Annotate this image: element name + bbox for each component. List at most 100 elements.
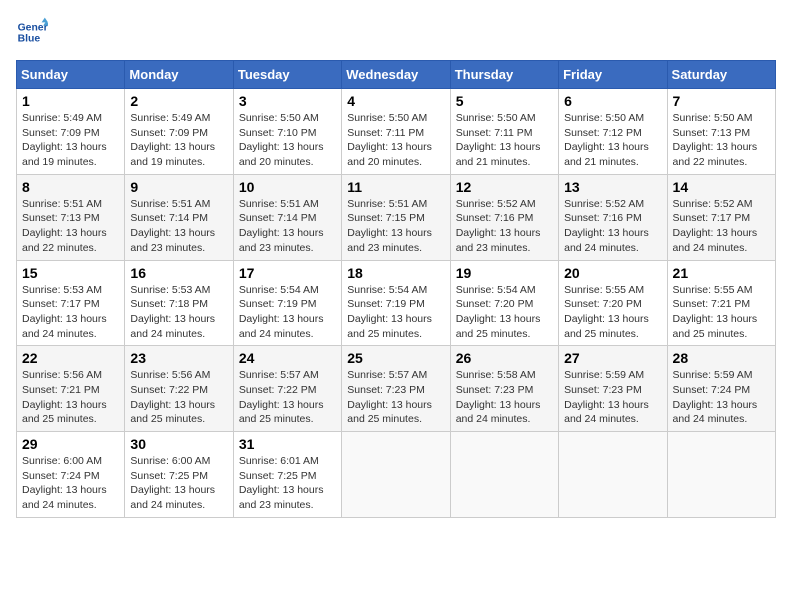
day-info: Sunrise: 5:49 AM Sunset: 7:09 PM Dayligh…: [130, 111, 227, 170]
day-number: 30: [130, 436, 227, 452]
week-row-3: 15 Sunrise: 5:53 AM Sunset: 7:17 PM Dayl…: [17, 260, 776, 346]
calendar-cell: 7 Sunrise: 5:50 AM Sunset: 7:13 PM Dayli…: [667, 89, 775, 175]
calendar-cell: 1 Sunrise: 5:49 AM Sunset: 7:09 PM Dayli…: [17, 89, 125, 175]
day-info: Sunrise: 5:54 AM Sunset: 7:19 PM Dayligh…: [239, 283, 336, 342]
day-number: 16: [130, 265, 227, 281]
day-info: Sunrise: 5:50 AM Sunset: 7:11 PM Dayligh…: [347, 111, 444, 170]
calendar-cell: 10 Sunrise: 5:51 AM Sunset: 7:14 PM Dayl…: [233, 174, 341, 260]
calendar-cell: [450, 432, 558, 518]
day-number: 27: [564, 350, 661, 366]
day-number: 17: [239, 265, 336, 281]
calendar-cell: 14 Sunrise: 5:52 AM Sunset: 7:17 PM Dayl…: [667, 174, 775, 260]
day-info: Sunrise: 6:00 AM Sunset: 7:24 PM Dayligh…: [22, 454, 119, 513]
day-info: Sunrise: 5:50 AM Sunset: 7:11 PM Dayligh…: [456, 111, 553, 170]
header-sunday: Sunday: [17, 61, 125, 89]
day-number: 6: [564, 93, 661, 109]
calendar-cell: 4 Sunrise: 5:50 AM Sunset: 7:11 PM Dayli…: [342, 89, 450, 175]
week-row-2: 8 Sunrise: 5:51 AM Sunset: 7:13 PM Dayli…: [17, 174, 776, 260]
calendar-cell: 3 Sunrise: 5:50 AM Sunset: 7:10 PM Dayli…: [233, 89, 341, 175]
header-wednesday: Wednesday: [342, 61, 450, 89]
day-number: 1: [22, 93, 119, 109]
page-header: General Blue: [16, 16, 776, 48]
day-number: 18: [347, 265, 444, 281]
logo: General Blue: [16, 16, 52, 48]
calendar-cell: 15 Sunrise: 5:53 AM Sunset: 7:17 PM Dayl…: [17, 260, 125, 346]
calendar-cell: [667, 432, 775, 518]
day-info: Sunrise: 5:51 AM Sunset: 7:14 PM Dayligh…: [130, 197, 227, 256]
day-number: 4: [347, 93, 444, 109]
svg-text:Blue: Blue: [18, 34, 41, 45]
day-number: 2: [130, 93, 227, 109]
day-number: 5: [456, 93, 553, 109]
day-number: 24: [239, 350, 336, 366]
day-number: 19: [456, 265, 553, 281]
day-number: 12: [456, 179, 553, 195]
day-number: 7: [673, 93, 770, 109]
calendar-cell: 26 Sunrise: 5:58 AM Sunset: 7:23 PM Dayl…: [450, 346, 558, 432]
day-info: Sunrise: 5:52 AM Sunset: 7:17 PM Dayligh…: [673, 197, 770, 256]
day-info: Sunrise: 5:56 AM Sunset: 7:22 PM Dayligh…: [130, 368, 227, 427]
day-info: Sunrise: 5:50 AM Sunset: 7:10 PM Dayligh…: [239, 111, 336, 170]
day-info: Sunrise: 5:57 AM Sunset: 7:22 PM Dayligh…: [239, 368, 336, 427]
day-info: Sunrise: 5:55 AM Sunset: 7:20 PM Dayligh…: [564, 283, 661, 342]
day-info: Sunrise: 6:01 AM Sunset: 7:25 PM Dayligh…: [239, 454, 336, 513]
day-number: 8: [22, 179, 119, 195]
day-number: 20: [564, 265, 661, 281]
header-thursday: Thursday: [450, 61, 558, 89]
day-number: 13: [564, 179, 661, 195]
calendar-cell: 21 Sunrise: 5:55 AM Sunset: 7:21 PM Dayl…: [667, 260, 775, 346]
day-info: Sunrise: 5:50 AM Sunset: 7:12 PM Dayligh…: [564, 111, 661, 170]
calendar-cell: 29 Sunrise: 6:00 AM Sunset: 7:24 PM Dayl…: [17, 432, 125, 518]
header-saturday: Saturday: [667, 61, 775, 89]
day-info: Sunrise: 5:59 AM Sunset: 7:23 PM Dayligh…: [564, 368, 661, 427]
calendar-cell: 6 Sunrise: 5:50 AM Sunset: 7:12 PM Dayli…: [559, 89, 667, 175]
svg-text:General: General: [18, 22, 48, 33]
day-number: 26: [456, 350, 553, 366]
day-info: Sunrise: 5:53 AM Sunset: 7:17 PM Dayligh…: [22, 283, 119, 342]
day-info: Sunrise: 5:54 AM Sunset: 7:19 PM Dayligh…: [347, 283, 444, 342]
day-number: 28: [673, 350, 770, 366]
header-tuesday: Tuesday: [233, 61, 341, 89]
header-monday: Monday: [125, 61, 233, 89]
day-info: Sunrise: 5:52 AM Sunset: 7:16 PM Dayligh…: [456, 197, 553, 256]
day-info: Sunrise: 5:57 AM Sunset: 7:23 PM Dayligh…: [347, 368, 444, 427]
calendar-cell: 2 Sunrise: 5:49 AM Sunset: 7:09 PM Dayli…: [125, 89, 233, 175]
calendar-cell: 31 Sunrise: 6:01 AM Sunset: 7:25 PM Dayl…: [233, 432, 341, 518]
day-number: 15: [22, 265, 119, 281]
calendar-cell: 25 Sunrise: 5:57 AM Sunset: 7:23 PM Dayl…: [342, 346, 450, 432]
calendar-cell: 16 Sunrise: 5:53 AM Sunset: 7:18 PM Dayl…: [125, 260, 233, 346]
week-row-5: 29 Sunrise: 6:00 AM Sunset: 7:24 PM Dayl…: [17, 432, 776, 518]
day-number: 11: [347, 179, 444, 195]
day-number: 9: [130, 179, 227, 195]
day-info: Sunrise: 6:00 AM Sunset: 7:25 PM Dayligh…: [130, 454, 227, 513]
day-info: Sunrise: 5:59 AM Sunset: 7:24 PM Dayligh…: [673, 368, 770, 427]
day-info: Sunrise: 5:51 AM Sunset: 7:14 PM Dayligh…: [239, 197, 336, 256]
day-number: 10: [239, 179, 336, 195]
day-info: Sunrise: 5:55 AM Sunset: 7:21 PM Dayligh…: [673, 283, 770, 342]
day-info: Sunrise: 5:58 AM Sunset: 7:23 PM Dayligh…: [456, 368, 553, 427]
calendar-cell: [559, 432, 667, 518]
day-number: 14: [673, 179, 770, 195]
week-row-1: 1 Sunrise: 5:49 AM Sunset: 7:09 PM Dayli…: [17, 89, 776, 175]
day-number: 22: [22, 350, 119, 366]
week-row-4: 22 Sunrise: 5:56 AM Sunset: 7:21 PM Dayl…: [17, 346, 776, 432]
calendar-cell: 30 Sunrise: 6:00 AM Sunset: 7:25 PM Dayl…: [125, 432, 233, 518]
calendar-cell: 9 Sunrise: 5:51 AM Sunset: 7:14 PM Dayli…: [125, 174, 233, 260]
calendar-cell: 13 Sunrise: 5:52 AM Sunset: 7:16 PM Dayl…: [559, 174, 667, 260]
calendar-table: SundayMondayTuesdayWednesdayThursdayFrid…: [16, 60, 776, 518]
calendar-cell: 20 Sunrise: 5:55 AM Sunset: 7:20 PM Dayl…: [559, 260, 667, 346]
calendar-cell: 11 Sunrise: 5:51 AM Sunset: 7:15 PM Dayl…: [342, 174, 450, 260]
day-info: Sunrise: 5:56 AM Sunset: 7:21 PM Dayligh…: [22, 368, 119, 427]
calendar-cell: 18 Sunrise: 5:54 AM Sunset: 7:19 PM Dayl…: [342, 260, 450, 346]
calendar-cell: 19 Sunrise: 5:54 AM Sunset: 7:20 PM Dayl…: [450, 260, 558, 346]
logo-icon: General Blue: [16, 16, 48, 48]
day-number: 3: [239, 93, 336, 109]
day-number: 21: [673, 265, 770, 281]
day-info: Sunrise: 5:49 AM Sunset: 7:09 PM Dayligh…: [22, 111, 119, 170]
header-row: SundayMondayTuesdayWednesdayThursdayFrid…: [17, 61, 776, 89]
day-number: 31: [239, 436, 336, 452]
calendar-cell: [342, 432, 450, 518]
calendar-cell: 12 Sunrise: 5:52 AM Sunset: 7:16 PM Dayl…: [450, 174, 558, 260]
calendar-cell: 5 Sunrise: 5:50 AM Sunset: 7:11 PM Dayli…: [450, 89, 558, 175]
calendar-cell: 28 Sunrise: 5:59 AM Sunset: 7:24 PM Dayl…: [667, 346, 775, 432]
